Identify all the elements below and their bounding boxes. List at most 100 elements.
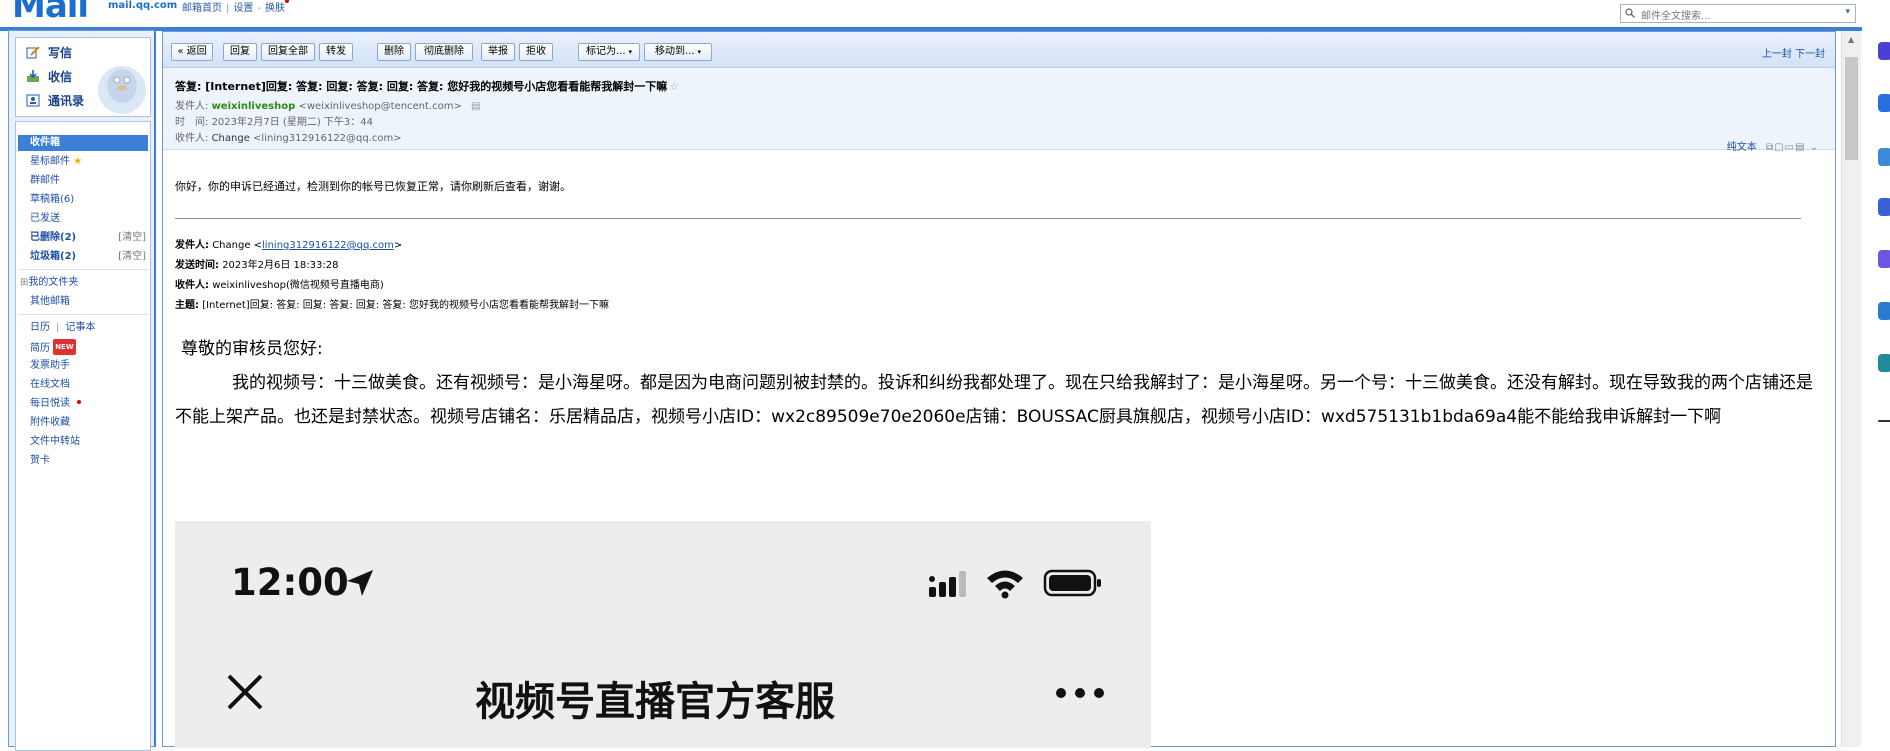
quoted-time-row: 发送时间: 2023年2月6日 18:33:28: [175, 256, 338, 271]
next-mail-link[interactable]: 下一封: [1795, 49, 1825, 60]
battery-icon: [1043, 569, 1101, 597]
mark-as-dropdown[interactable]: 标记为... ▾: [578, 43, 640, 61]
quoted-from-name: Change <: [212, 240, 263, 251]
reject-button[interactable]: 拒收: [519, 43, 553, 61]
resume-label: 简历: [30, 343, 50, 354]
delete-button[interactable]: 删除: [377, 43, 411, 61]
chevron-down-icon: ▾: [628, 48, 633, 56]
star-toggle-icon[interactable]: ☆: [669, 80, 679, 93]
reply-all-button[interactable]: 回复全部: [261, 43, 315, 61]
time-row: 时 间: 2023年2月7日 (星期二) 下午3：44: [175, 113, 373, 128]
rail-app-icon[interactable]: [1878, 250, 1890, 268]
search-placeholder: 邮件全文搜索...: [1641, 11, 1711, 22]
time-label: 时 间:: [175, 117, 209, 128]
calendar-link[interactable]: 日历: [30, 322, 50, 333]
top-bar: Mail mail.qq.com 邮箱首页 | 设置 - 换肤 邮件全文搜索... ▾: [0, 0, 1890, 28]
folder-inbox[interactable]: 收件箱: [18, 135, 148, 151]
back-button[interactable]: « 返回: [171, 43, 213, 61]
quoted-subject: [Internet]回复: 答复: 回复: 答复: 回复: 答复: 您好我的视频…: [202, 300, 609, 311]
rail-app-icon[interactable]: [1878, 354, 1890, 372]
qq-penguin-illustration: [98, 66, 146, 114]
folder-starred-label: 星标邮件: [30, 156, 70, 167]
scrollbar-thumb[interactable]: [1845, 57, 1858, 160]
quick-actions: 写信 收信 通讯录: [15, 37, 151, 117]
mail-body: 你好，你的申诉已经通过，检测到你的帐号已恢复正常，请你刷新后查看，谢谢。 发件人…: [163, 150, 1835, 748]
rail-app-icon[interactable]: [1878, 94, 1890, 112]
daily-reading-link[interactable]: 每日悦读: [30, 396, 82, 412]
clear-deleted-link[interactable]: [清空]: [118, 230, 146, 246]
compose-button[interactable]: 写信: [26, 44, 72, 64]
rail-divider: [1878, 420, 1890, 422]
new-badge: NEW: [53, 339, 76, 355]
scroll-up-arrow[interactable]: ▲: [1848, 35, 1854, 44]
mail-read-panel: « 返回 回复 回复全部 转发 删除 彻底删除 举报 拒收 标记为... ▾ 移动…: [162, 31, 1836, 748]
attachment-favorites-link[interactable]: 附件收藏: [30, 415, 70, 431]
greeting-cards-link[interactable]: 贺卡: [30, 453, 50, 469]
reply-text: 你好，你的申诉已经通过，检测到你的帐号已恢复正常，请你刷新后查看，谢谢。: [175, 180, 571, 193]
to-label: 收件人:: [175, 133, 209, 144]
skin-link[interactable]: 换肤: [265, 3, 285, 14]
search-dropdown-icon[interactable]: ▾: [1845, 7, 1850, 17]
notes-link[interactable]: 记事本: [65, 322, 95, 333]
quoted-from-row: 发件人: Change <lining312916122@qq.com>: [175, 236, 402, 251]
folder-sent[interactable]: 已发送: [30, 211, 60, 227]
quoted-to-row: 收件人: weixinliveshop(微信视频号直播电商): [175, 276, 384, 291]
folder-deleted[interactable]: 已删除(2): [30, 230, 76, 246]
close-icon: [227, 674, 263, 710]
resume-link[interactable]: 简历 NEW: [30, 339, 76, 355]
online-docs-link[interactable]: 在线文档: [30, 377, 70, 393]
search-icon: [1625, 8, 1635, 18]
quoted-time-label: 发送时间:: [175, 260, 219, 271]
contacts-label: 通讯录: [48, 94, 85, 108]
more-options-icon: [1056, 688, 1104, 698]
folder-starred[interactable]: 星标邮件 ★: [30, 154, 82, 170]
file-transfer-link[interactable]: 文件中转站: [30, 434, 80, 450]
mail-subject: 答复: [Internet]回复: 答复: 回复: 答复: 回复: 答复: 您好…: [175, 78, 679, 94]
forward-button[interactable]: 转发: [319, 43, 353, 61]
contact-card-icon[interactable]: ▤: [471, 101, 480, 112]
quoted-from-email-link[interactable]: lining312916122@qq.com: [262, 240, 394, 251]
daily-reading-label: 每日悦读: [30, 398, 70, 409]
vertical-scrollbar[interactable]: ▲: [1841, 31, 1861, 747]
prev-mail-link[interactable]: 上一封: [1762, 49, 1792, 60]
move-to-dropdown[interactable]: 移动到... ▾: [644, 43, 712, 61]
mail-search-input[interactable]: 邮件全文搜索... ▾: [1620, 4, 1856, 23]
folder-drafts[interactable]: 草稿箱(6): [30, 192, 74, 208]
mail-home-link[interactable]: 邮箱首页: [182, 3, 222, 14]
chevron-down-icon: ▾: [697, 48, 702, 56]
quoted-subject-row: 主题: [Internet]回复: 答复: 回复: 答复: 回复: 答复: 您好…: [175, 296, 609, 311]
rail-app-icon[interactable]: [1878, 148, 1890, 166]
phone-chat-title: 视频号直播官方客服: [475, 679, 835, 725]
compose-label: 写信: [48, 46, 73, 60]
wifi-icon: [987, 570, 1023, 599]
mail-toolbar: « 返回 回复 回复全部 转发 删除 彻底删除 举报 拒收 标记为... ▾ 移动…: [163, 32, 1835, 68]
folder-spam[interactable]: 垃圾箱(2): [30, 249, 76, 265]
settings-link[interactable]: 设置: [233, 3, 253, 14]
logo-domain: mail.qq.com: [108, 0, 178, 11]
permanent-delete-button[interactable]: 彻底删除: [415, 43, 473, 61]
qq-mail-logo[interactable]: Mail: [12, 0, 89, 26]
compose-icon: [26, 46, 40, 59]
invoice-helper-link[interactable]: 发票助手: [30, 358, 70, 374]
recipient-name[interactable]: Change: [212, 133, 250, 144]
left-sidebar: 写信 收信 通讯录 收件箱 星标邮件 ★ 群邮件 草稿箱(6) 已发送 已删除(…: [8, 30, 156, 751]
mail-pager: 上一封 下一封: [1762, 45, 1825, 60]
mail-header: 答复: [Internet]回复: 答复: 回复: 答复: 回复: 答复: 您好…: [163, 68, 1835, 153]
clear-spam-link[interactable]: [清空]: [118, 249, 146, 265]
divider: [18, 269, 148, 270]
my-folders-toggle[interactable]: ⊞我的文件夹: [20, 275, 78, 291]
other-mailbox[interactable]: 其他邮箱: [30, 294, 70, 310]
rail-app-icon[interactable]: [1878, 198, 1890, 216]
report-button[interactable]: 举报: [481, 43, 515, 61]
from-row: 发件人: weixinliveshop <weixinliveshop@tenc…: [175, 97, 481, 112]
salutation: 尊敬的审核员您好:: [181, 339, 323, 359]
inbox-check-button[interactable]: 收信: [26, 68, 72, 88]
rail-app-icon[interactable]: [1878, 302, 1890, 320]
folder-group[interactable]: 群邮件: [30, 173, 60, 189]
top-links: 邮箱首页 | 设置 - 换肤: [182, 0, 289, 14]
contacts-button[interactable]: 通讯录: [26, 92, 84, 112]
sender-name[interactable]: weixinliveshop: [212, 101, 296, 112]
reply-button[interactable]: 回复: [223, 43, 257, 61]
rail-app-icon[interactable]: [1878, 42, 1890, 60]
star-icon: ★: [73, 156, 83, 167]
